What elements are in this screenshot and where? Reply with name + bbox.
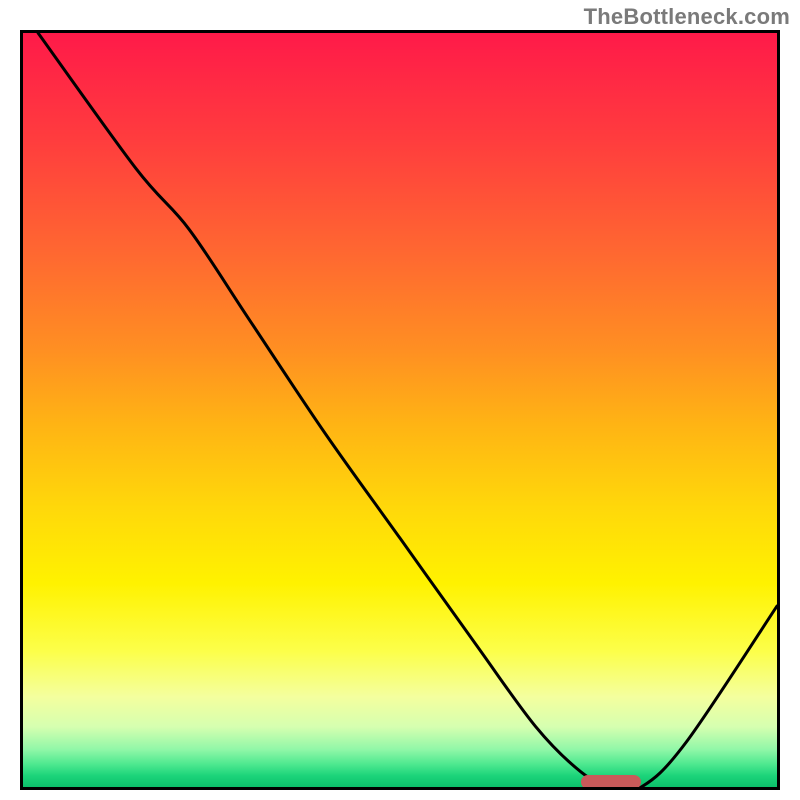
chart-canvas: TheBottleneck.com bbox=[0, 0, 800, 800]
plot-area bbox=[20, 30, 780, 790]
curve-path bbox=[38, 33, 777, 790]
curve-line bbox=[23, 33, 777, 787]
watermark-text: TheBottleneck.com bbox=[584, 4, 790, 30]
optimal-range-marker bbox=[581, 775, 641, 789]
